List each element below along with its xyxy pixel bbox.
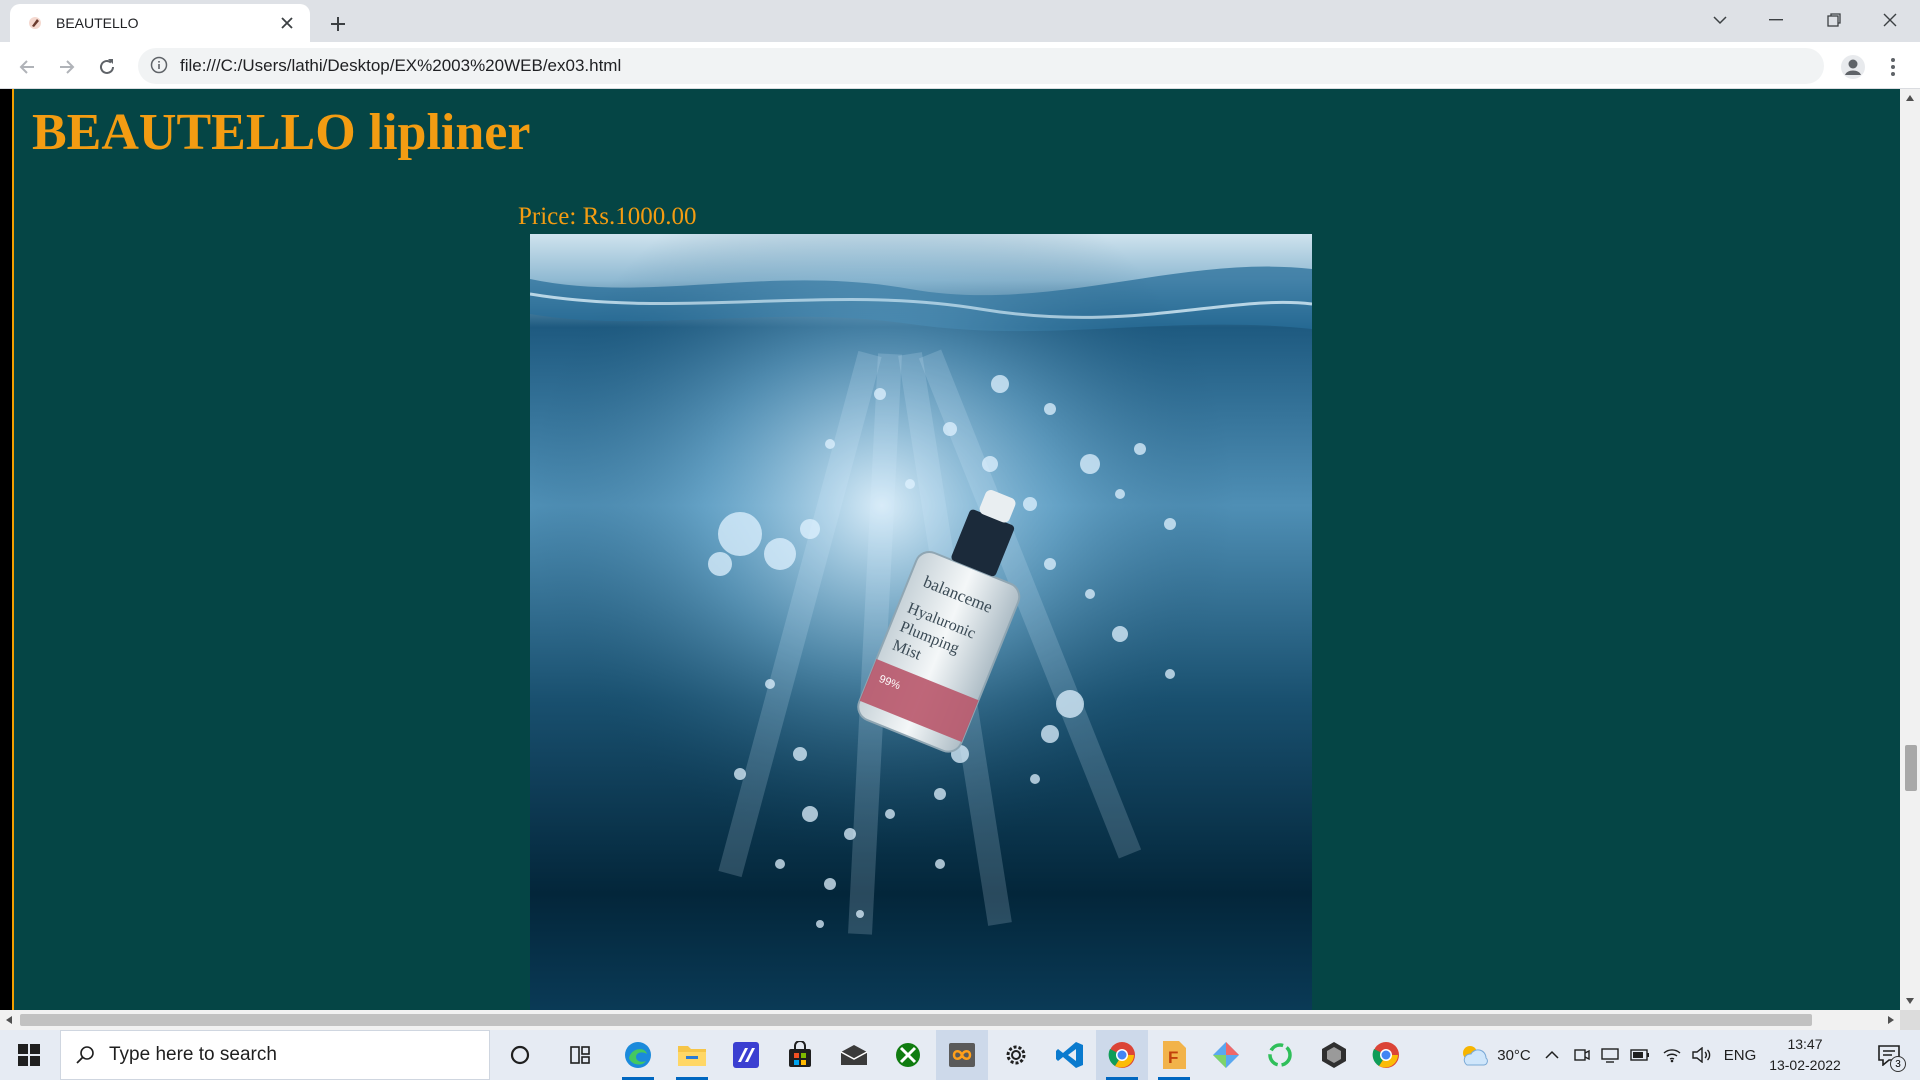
notification-count: 3	[1890, 1056, 1906, 1072]
notification-icon[interactable]: 3	[1864, 1030, 1914, 1080]
reload-icon[interactable]	[90, 50, 124, 84]
visual-studio-icon[interactable]	[720, 1030, 772, 1080]
battery-icon[interactable]	[1626, 1030, 1654, 1080]
browser-tab[interactable]: BEAUTELLO	[10, 4, 310, 42]
forward-arrow-icon[interactable]	[50, 50, 84, 84]
scroll-up-icon[interactable]	[1900, 89, 1920, 107]
chevron-down-icon[interactable]	[1692, 0, 1748, 40]
chrome-icon[interactable]	[1096, 1030, 1148, 1080]
ring-app-icon[interactable]	[1254, 1030, 1306, 1080]
weather-widget[interactable]: 30°C	[1440, 1030, 1550, 1080]
product-favicon-icon	[26, 14, 44, 32]
title-bar: BEAUTELLO	[0, 0, 1920, 42]
volume-icon[interactable]	[1688, 1030, 1716, 1080]
chrome-icon-2[interactable]	[1360, 1030, 1412, 1080]
taskbar-search-box[interactable]: Type here to search	[60, 1030, 490, 1080]
clock-date: 13-02-2022	[1769, 1057, 1841, 1073]
scroll-left-icon[interactable]	[0, 1010, 18, 1030]
info-icon[interactable]	[150, 56, 170, 76]
display-icon[interactable]	[1596, 1030, 1624, 1080]
restore-icon[interactable]	[1806, 0, 1862, 40]
search-placeholder: Type here to search	[109, 1044, 277, 1065]
app-icon[interactable]	[936, 1030, 988, 1080]
unity-icon[interactable]	[1308, 1030, 1360, 1080]
meet-now-icon[interactable]	[1568, 1030, 1596, 1080]
weather-icon	[1459, 1043, 1489, 1067]
minimize-icon[interactable]	[1748, 0, 1804, 40]
windows-start-icon[interactable]	[0, 1030, 58, 1080]
menu-dots-icon[interactable]	[1878, 50, 1908, 84]
language-indicator[interactable]: ENG	[1720, 1030, 1760, 1080]
horizontal-scroll-thumb[interactable]	[20, 1014, 1812, 1026]
search-icon	[75, 1045, 95, 1065]
svg-text:F: F	[1168, 1048, 1178, 1067]
profile-icon[interactable]	[1836, 50, 1870, 84]
settings-icon[interactable]	[990, 1030, 1042, 1080]
tab-title: BEAUTELLO	[56, 15, 139, 31]
product-image: balanceme Hyaluronic Plumping Mist 99%	[530, 234, 1312, 1010]
tab-close-icon[interactable]	[276, 12, 298, 34]
f-app-icon[interactable]: F	[1148, 1030, 1200, 1080]
browser-toolbar: file:///C:/Users/lathi/Desktop/EX%2003%2…	[0, 42, 1920, 89]
scrollbar-corner	[1900, 1010, 1920, 1030]
close-icon[interactable]	[1862, 0, 1918, 40]
address-bar[interactable]: file:///C:/Users/lathi/Desktop/EX%2003%2…	[138, 48, 1824, 84]
back-arrow-icon[interactable]	[10, 50, 44, 84]
page-viewport: BEAUTELLO lipliner Price: Rs.1000.00 bal…	[0, 89, 1900, 1010]
edge-icon[interactable]	[612, 1030, 664, 1080]
wifi-icon[interactable]	[1658, 1030, 1686, 1080]
cortana-icon[interactable]	[494, 1030, 546, 1080]
taskbar-clock[interactable]: 13:47 13-02-2022	[1760, 1034, 1850, 1078]
weather-temp: 30°C	[1497, 1046, 1531, 1064]
product-price: Price: Rs.1000.00	[518, 203, 697, 230]
horizontal-scrollbar[interactable]	[0, 1010, 1900, 1030]
windows-taskbar: Type here to search F 30°C ENG 13:47 13-…	[0, 1030, 1920, 1080]
scroll-down-icon[interactable]	[1900, 992, 1920, 1010]
mail-icon[interactable]	[828, 1030, 880, 1080]
vertical-scroll-thumb[interactable]	[1905, 745, 1917, 791]
url-text[interactable]: file:///C:/Users/lathi/Desktop/EX%2003%2…	[180, 56, 621, 76]
file-explorer-icon[interactable]	[666, 1030, 718, 1080]
page-left-border	[0, 89, 14, 1010]
plus-icon[interactable]	[322, 8, 354, 40]
scroll-right-icon[interactable]	[1882, 1010, 1900, 1030]
clock-time: 13:47	[1787, 1036, 1823, 1052]
vscode-icon[interactable]	[1044, 1030, 1096, 1080]
git-icon[interactable]	[1200, 1030, 1252, 1080]
tray-chevron-up-icon[interactable]	[1538, 1030, 1566, 1080]
vertical-scrollbar[interactable]	[1900, 89, 1920, 1010]
page-title: BEAUTELLO lipliner	[32, 104, 531, 161]
store-icon[interactable]	[774, 1030, 826, 1080]
task-view-icon[interactable]	[554, 1030, 606, 1080]
xbox-icon[interactable]	[882, 1030, 934, 1080]
